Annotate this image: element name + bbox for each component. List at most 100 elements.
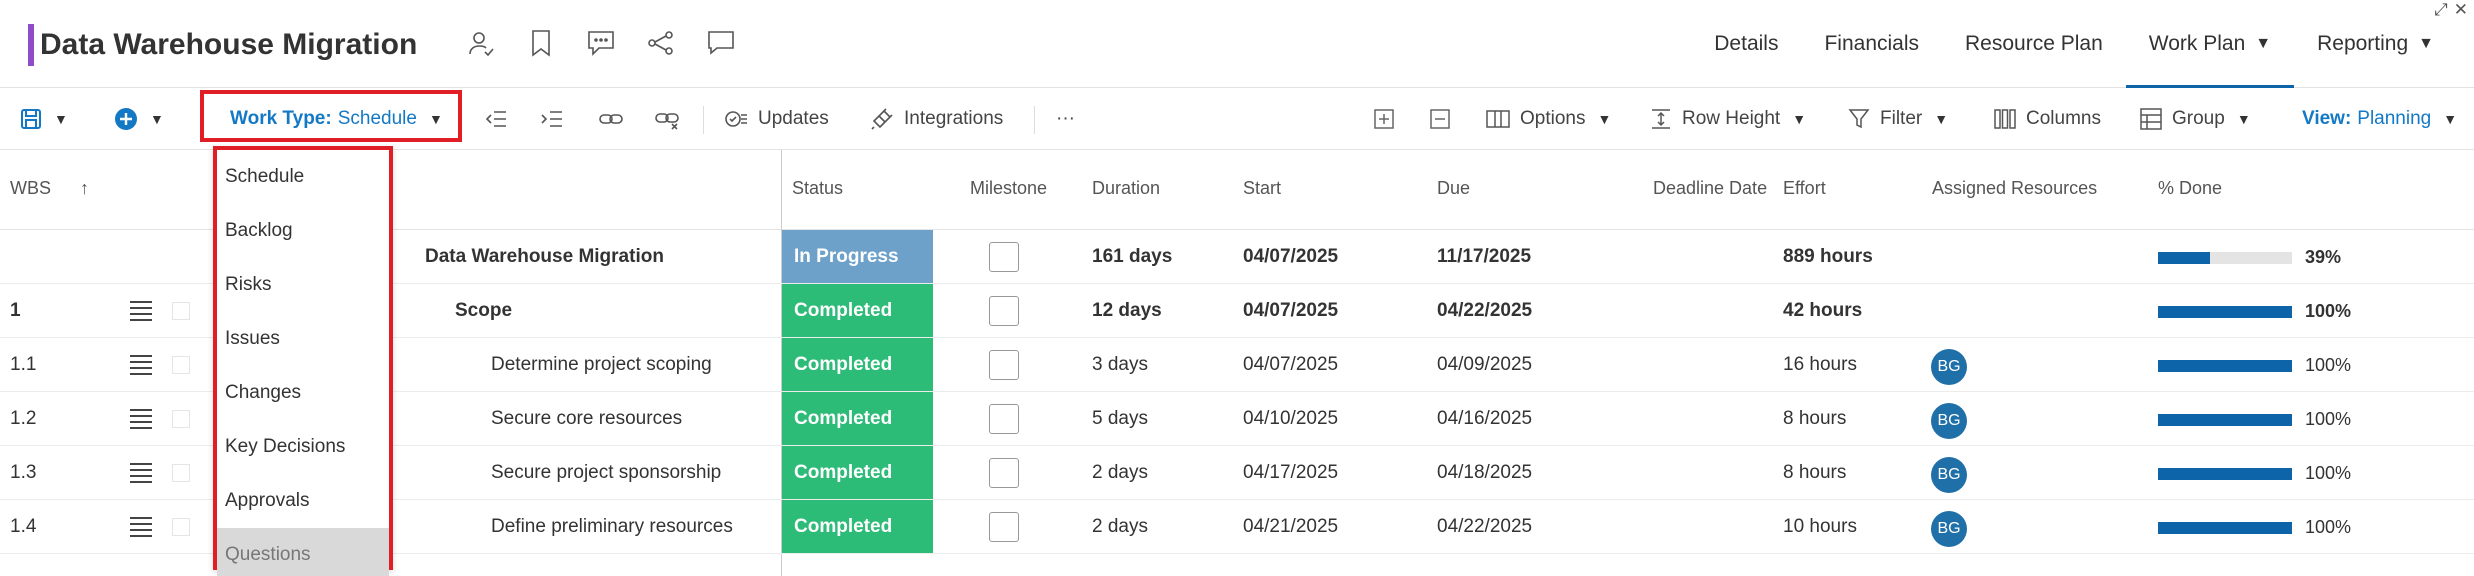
avatar[interactable]: BG — [1931, 457, 1967, 493]
expand-all-button[interactable] — [1374, 88, 1394, 150]
row-select-checkbox[interactable] — [172, 356, 190, 374]
integrations-button[interactable]: Integrations — [870, 88, 1003, 150]
top-nav: Details Financials Resource Plan Work Pl… — [1691, 0, 2474, 88]
row-menu-icon[interactable] — [130, 355, 152, 375]
column-header-percent-done[interactable]: % Done — [2158, 178, 2222, 199]
milestone-checkbox[interactable] — [989, 350, 1019, 380]
progress-bar — [2158, 414, 2292, 426]
due-date-cell: 04/18/2025 — [1437, 462, 1533, 483]
comment-icon[interactable] — [586, 28, 616, 58]
percent-done-cell: 100% — [2305, 462, 2352, 483]
row-height-button[interactable]: Row Height ▼ — [1650, 88, 1806, 150]
sort-ascending-icon[interactable]: ↑ — [80, 178, 89, 199]
columns-button[interactable]: Columns — [1994, 88, 2101, 150]
row-menu-icon[interactable] — [130, 301, 152, 321]
percent-done-cell: 100% — [2305, 300, 2352, 321]
row-height-icon — [1652, 109, 1670, 129]
progress-bar — [2158, 468, 2292, 480]
unlink-icon — [655, 113, 679, 130]
nav-financials[interactable]: Financials — [1801, 0, 1942, 88]
nav-resource-plan[interactable]: Resource Plan — [1942, 0, 2126, 88]
group-label: Group — [2172, 108, 2225, 129]
work-type-option-risks[interactable]: Risks — [217, 258, 389, 312]
column-header-status[interactable]: Status — [792, 178, 843, 199]
chat-icon[interactable] — [706, 28, 736, 58]
link-button[interactable] — [598, 88, 624, 150]
collapse-all-button[interactable] — [1430, 88, 1450, 150]
column-header-assigned-resources[interactable]: Assigned Resources — [1932, 178, 2097, 199]
row-height-label: Row Height — [1682, 108, 1781, 129]
column-header-deadline[interactable]: Deadline Date — [1653, 178, 1767, 199]
view-selector[interactable]: View: Planning ▼ — [2302, 88, 2457, 150]
column-header-effort[interactable]: Effort — [1783, 178, 1826, 199]
work-type-option-backlog[interactable]: Backlog — [217, 204, 389, 258]
group-button[interactable]: Group ▼ — [2140, 88, 2251, 150]
row-select-checkbox[interactable] — [172, 410, 190, 428]
unlink-button[interactable] — [654, 88, 680, 150]
nav-details[interactable]: Details — [1691, 0, 1801, 88]
chevron-down-icon: ▼ — [150, 111, 164, 127]
milestone-checkbox[interactable] — [989, 242, 1019, 272]
column-header-milestone[interactable]: Milestone — [970, 178, 1047, 199]
view-label: View: — [2302, 108, 2352, 129]
milestone-checkbox[interactable] — [989, 512, 1019, 542]
effort-cell: 10 hours — [1783, 516, 1857, 537]
column-header-due[interactable]: Due — [1437, 178, 1470, 199]
milestone-checkbox[interactable] — [989, 404, 1019, 434]
close-icon[interactable]: ✕ — [2454, 0, 2468, 20]
task-name-cell: Scope — [455, 300, 513, 321]
effort-cell: 8 hours — [1783, 462, 1847, 483]
chevron-down-icon: ▼ — [1597, 111, 1612, 127]
work-type-option-changes[interactable]: Changes — [217, 366, 389, 420]
status-badge[interactable]: Completed — [782, 446, 933, 499]
avatar[interactable]: BG — [1931, 349, 1967, 385]
status-badge[interactable]: Completed — [782, 338, 933, 391]
milestone-checkbox[interactable] — [989, 458, 1019, 488]
work-type-option-approvals[interactable]: Approvals — [217, 474, 389, 528]
column-header-duration[interactable]: Duration — [1092, 178, 1160, 199]
row-select-checkbox[interactable] — [172, 302, 190, 320]
status-badge[interactable]: Completed — [782, 284, 933, 337]
avatar[interactable]: BG — [1931, 511, 1967, 547]
milestone-checkbox[interactable] — [989, 296, 1019, 326]
row-select-checkbox[interactable] — [172, 464, 190, 482]
assign-user-icon[interactable] — [466, 28, 496, 58]
updates-button[interactable]: Updates — [724, 88, 829, 150]
options-button[interactable]: Options ▼ — [1486, 88, 1611, 150]
avatar[interactable]: BG — [1931, 403, 1967, 439]
column-header-wbs[interactable]: WBS — [10, 178, 51, 199]
nav-work-plan[interactable]: Work Plan ▼ — [2125, 0, 2295, 88]
work-type-option-key-decisions[interactable]: Key Decisions — [217, 420, 389, 474]
status-badge[interactable]: In Progress — [782, 230, 933, 283]
bookmark-icon[interactable] — [526, 28, 556, 58]
work-type-option-issues[interactable]: Issues — [217, 312, 389, 366]
progress-bar — [2158, 360, 2292, 372]
row-menu-icon[interactable] — [130, 409, 152, 429]
row-menu-icon[interactable] — [130, 517, 152, 537]
expand-icon[interactable]: ⤢ — [2434, 0, 2448, 20]
column-header-start[interactable]: Start — [1243, 178, 1281, 199]
outdent-button[interactable] — [484, 88, 508, 150]
filter-button[interactable]: Filter ▼ — [1848, 88, 1948, 150]
duration-cell: 161 days — [1092, 246, 1173, 267]
work-type-dropdown: Schedule Backlog Risks Issues Changes Ke… — [213, 146, 393, 576]
due-date-cell: 11/17/2025 — [1437, 246, 1532, 267]
row-menu-icon[interactable] — [130, 463, 152, 483]
progress-bar — [2158, 306, 2292, 318]
progress-bar-fill — [2158, 360, 2292, 372]
row-select-checkbox[interactable] — [172, 518, 190, 536]
page-title: Data Warehouse Migration — [40, 28, 418, 61]
work-type-option-schedule[interactable]: Schedule — [217, 150, 389, 204]
due-date-cell: 04/09/2025 — [1437, 354, 1533, 375]
more-button[interactable]: ··· — [1056, 88, 1075, 150]
share-icon[interactable] — [646, 28, 676, 58]
task-name-cell: Define preliminary resources — [491, 516, 733, 537]
filter-icon — [1848, 109, 1870, 129]
status-badge[interactable]: Completed — [782, 392, 933, 445]
status-badge[interactable]: Completed — [782, 500, 933, 553]
add-button[interactable]: ▼ — [114, 88, 164, 150]
save-button[interactable]: ▼ — [20, 88, 68, 150]
indent-button[interactable] — [540, 88, 564, 150]
outdent-icon — [485, 111, 506, 127]
work-type-option-questions[interactable]: Questions — [217, 528, 389, 576]
